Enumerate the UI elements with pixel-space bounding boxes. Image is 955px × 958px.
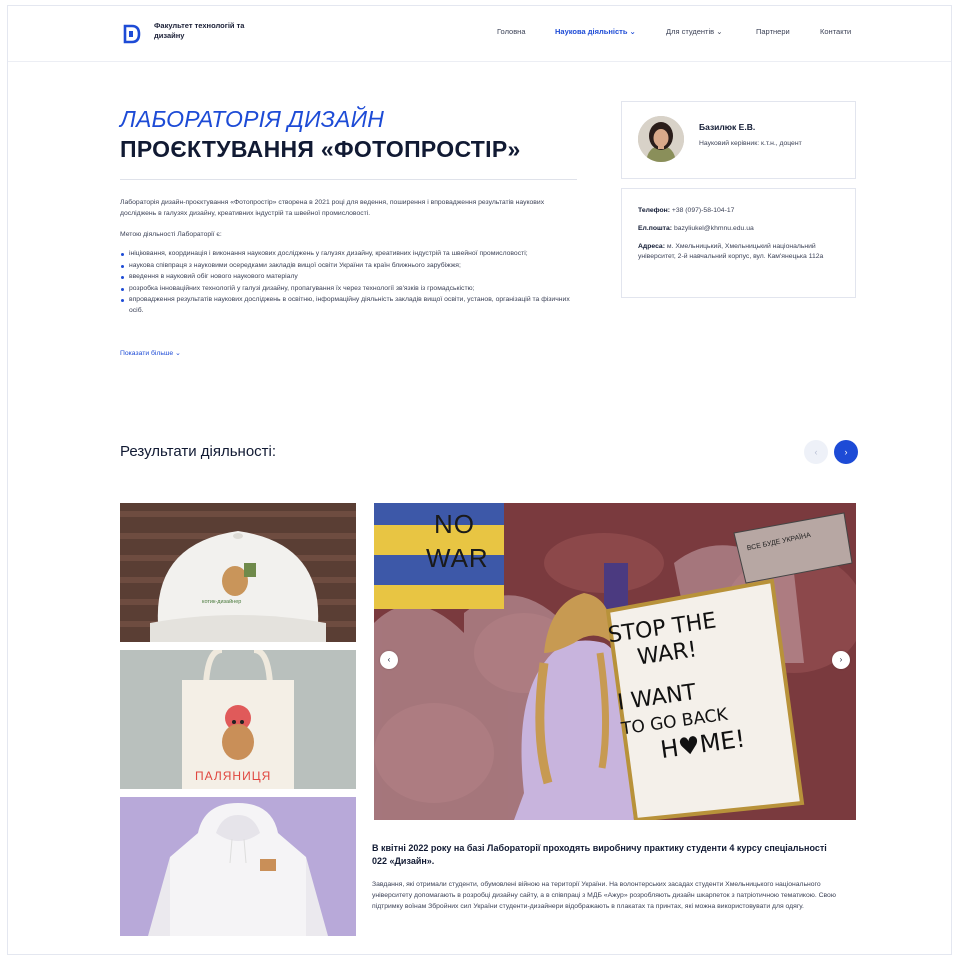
- slide-prev-button[interactable]: ‹: [380, 651, 398, 669]
- cap-print-text: котик-дизайнер: [202, 599, 242, 605]
- cap-thumbnail[interactable]: котик-дизайнер: [120, 503, 356, 642]
- poster-slide-image[interactable]: NO WAR ВСЕ БУДЕ УКРАЇНА STOP THE WAR! I …: [374, 503, 856, 820]
- address-label: Адреса:: [638, 243, 665, 250]
- address-value: м. Хмельницький, Хмельницький національн…: [638, 243, 824, 260]
- goals-list: ініціювання, координація і виконання нау…: [120, 249, 580, 317]
- slide-next-button[interactable]: ›: [832, 651, 850, 669]
- email-value[interactable]: bazyliukel@khmnu.edu.ua: [674, 225, 754, 232]
- news-title: В квітні 2022 року на базі Лабораторії п…: [372, 843, 827, 866]
- goal-heading: Метою діяльності Лабораторії є:: [120, 231, 222, 238]
- list-item: наукова співпраця з науковими осередками…: [120, 261, 580, 272]
- contacts-card: Телефон: +38 (097)-58-104-17 Ел.пошта: b…: [621, 188, 856, 298]
- page-title-line1: ЛАБОРАТОРІЯ ДИЗАЙН: [120, 106, 385, 132]
- results-heading: Результати діяльності:: [120, 443, 277, 460]
- carousel-prev-button[interactable]: ‹: [804, 440, 828, 464]
- nav-contacts[interactable]: Контакти: [820, 27, 851, 36]
- bag-print-text: ПАЛЯНИЦЯ: [195, 769, 272, 783]
- nav-home[interactable]: Головна: [497, 27, 526, 36]
- carousel-next-button[interactable]: ›: [834, 440, 858, 464]
- hoodie-thumbnail[interactable]: [120, 797, 356, 936]
- phone-row: Телефон: +38 (097)-58-104-17: [638, 206, 843, 216]
- faculty-name[interactable]: Факультет технологій та дизайну: [154, 21, 264, 41]
- poster-no-text: NO: [434, 509, 475, 539]
- phone-label: Телефон:: [638, 207, 670, 214]
- list-item: розробка інноваційних технологій у галуз…: [120, 284, 580, 295]
- nav-students[interactable]: Для студентів ⌄: [666, 27, 723, 36]
- lab-intro: Лабораторія дизайн-проєктування «Фотопро…: [120, 199, 545, 217]
- site-header: Факультет технологій та дизайну Головна …: [8, 6, 951, 62]
- page-title-line2: ПРОЄКТУВАННЯ «ФОТОПРОСТІР»: [120, 136, 521, 162]
- poster-sign: STOP THE WAR! I WANT TO GO BACK H♥ME!: [607, 600, 796, 770]
- email-row: Ел.пошта: bazyliukel@khmnu.edu.ua: [638, 224, 843, 234]
- show-more-link[interactable]: Показати більше ⌄: [120, 349, 181, 357]
- phone-value[interactable]: +38 (097)-58-104-17: [672, 207, 735, 214]
- list-item: введення в науковий обіг нового науковог…: [120, 272, 580, 283]
- bag-thumbnail[interactable]: ПАЛЯНИЦЯ: [120, 650, 356, 789]
- list-item: ініціювання, координація і виконання нау…: [120, 249, 580, 260]
- nav-partners[interactable]: Партнери: [756, 27, 790, 36]
- page-frame: Факультет технологій та дизайну Головна …: [7, 5, 952, 955]
- news-body: Завдання, які отримали студенти, обумовл…: [372, 881, 836, 910]
- supervisor-name: Базилюк Е.В.: [699, 122, 756, 132]
- nav-research[interactable]: Наукова діяльність ⌄: [555, 27, 636, 36]
- title-divider: [120, 179, 577, 180]
- supervisor-role: Науковий керівник: к.т.н., доцент: [699, 140, 802, 147]
- poster-war-text: WAR: [426, 543, 489, 573]
- avatar: [638, 116, 684, 162]
- supervisor-card: Базилюк Е.В. Науковий керівник: к.т.н., …: [621, 101, 856, 179]
- list-item: впровадження результатів наукових дослід…: [120, 295, 580, 316]
- address-row: Адреса: м. Хмельницький, Хмельницький на…: [638, 242, 843, 262]
- faculty-logo-icon[interactable]: [121, 23, 143, 45]
- email-label: Ел.пошта:: [638, 225, 673, 232]
